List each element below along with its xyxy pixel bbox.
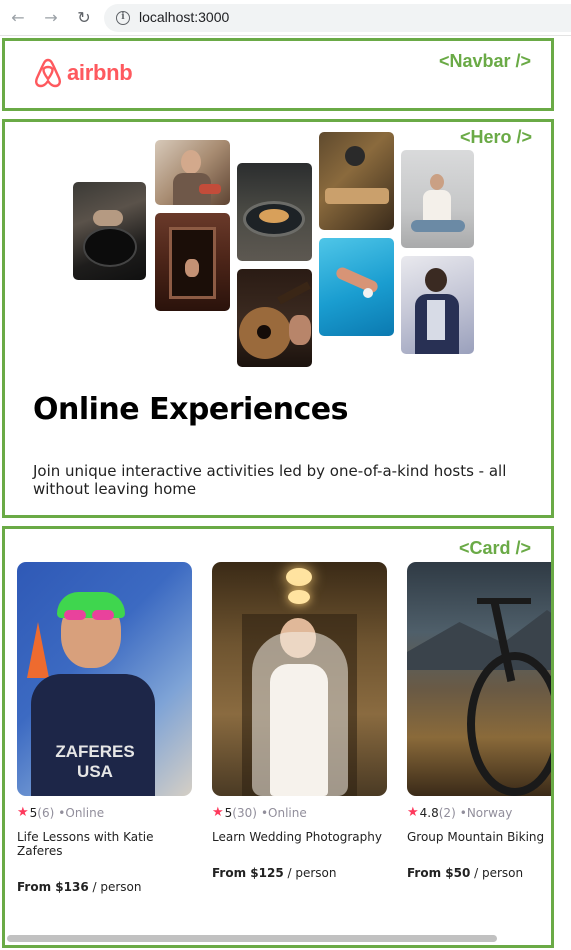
card-price-unit: / person <box>88 880 142 894</box>
card-price: From $50 <box>407 866 471 880</box>
card-review-count: (30) <box>232 805 257 820</box>
card-title: Life Lessons with Katie Zaferes <box>17 830 154 858</box>
navbar-component-label: <Navbar /> <box>438 51 531 71</box>
horizontal-scrollbar[interactable] <box>7 935 497 942</box>
info-icon[interactable]: i <box>116 11 130 25</box>
hero-component: <Hero /> Online Experiences Join unique … <box>2 119 554 518</box>
arrow-left-icon[interactable]: ← <box>8 8 28 28</box>
card-stats: ★ 4.8 (2) •Norway <box>407 805 551 820</box>
hero-component-label: <Hero /> <box>459 127 532 147</box>
hero-title: Online Experiences <box>33 392 349 427</box>
card-price-line: From $125 / person <box>212 866 387 880</box>
airbnb-logo[interactable]: airbnb <box>33 57 133 89</box>
card-stats: ★ 5 (30) •Online <box>212 805 387 820</box>
card-price-line: From $136 / person <box>17 880 192 894</box>
card-location: •Norway <box>459 805 513 820</box>
star-icon: ★ <box>17 805 29 820</box>
url-text[interactable]: localhost:3000 <box>139 9 229 25</box>
reload-icon[interactable]: ↻ <box>74 8 94 28</box>
card-component-label: <Card /> <box>458 538 531 558</box>
photo-woman-with-food <box>155 140 230 205</box>
experience-card[interactable]: ZAFERES USA ★ 5 (6) •Online Life Lessons … <box>17 562 192 894</box>
experience-card[interactable]: ★ 5 (30) •Online Learn Wedding Photograp… <box>212 562 387 880</box>
address-bar[interactable]: i localhost:3000 <box>104 4 571 32</box>
photo-dancer-in-doorway <box>155 213 230 311</box>
card-rating: 5 <box>29 805 38 820</box>
mountain-bike-photo <box>407 562 551 796</box>
star-icon: ★ <box>212 805 224 820</box>
card-title: Learn Wedding Photography <box>212 830 382 844</box>
card-price-line: From $50 / person <box>407 866 551 880</box>
card-rating: 4.8 <box>419 805 439 820</box>
airbnb-logo-icon <box>35 58 61 88</box>
photo-food-bowl <box>237 163 312 261</box>
photo-cooking <box>73 182 146 280</box>
photo-swimmer <box>319 238 394 336</box>
card-review-count: (6) <box>37 805 55 820</box>
card-review-count: (2) <box>438 805 456 820</box>
card-title: Group Mountain Biking <box>407 830 545 844</box>
card-location: •Online <box>260 805 307 820</box>
card-price-unit: / person <box>470 866 524 880</box>
photo-singer <box>401 256 474 354</box>
card-stats: ★ 5 (6) •Online <box>17 805 192 820</box>
card-component: <Card /> ZAFERES USA ★ 5 (6) •Online Life… <box>2 526 554 948</box>
card-price-unit: / person <box>283 866 337 880</box>
navbar-component: airbnb <Navbar /> <box>2 38 554 111</box>
card-price: From $136 <box>17 880 89 894</box>
athlete-photo: ZAFERES USA <box>17 562 192 796</box>
experience-card[interactable]: ★ 4.8 (2) •Norway Group Mountain Biking … <box>407 562 551 880</box>
hero-subtitle: Join unique interactive activities led b… <box>33 462 507 498</box>
bride-photo <box>212 562 387 796</box>
photo-microphone-performer <box>319 132 394 230</box>
photo-guitar <box>237 269 312 367</box>
star-icon: ★ <box>407 805 419 820</box>
card-location: •Online <box>58 805 105 820</box>
photo-yoga-meditation <box>401 150 474 248</box>
arrow-right-icon[interactable]: → <box>41 8 61 28</box>
card-price: From $125 <box>212 866 284 880</box>
browser-toolbar: ← → ↻ i localhost:3000 <box>0 0 571 36</box>
logo-text: airbnb <box>67 60 133 85</box>
card-rating: 5 <box>224 805 233 820</box>
